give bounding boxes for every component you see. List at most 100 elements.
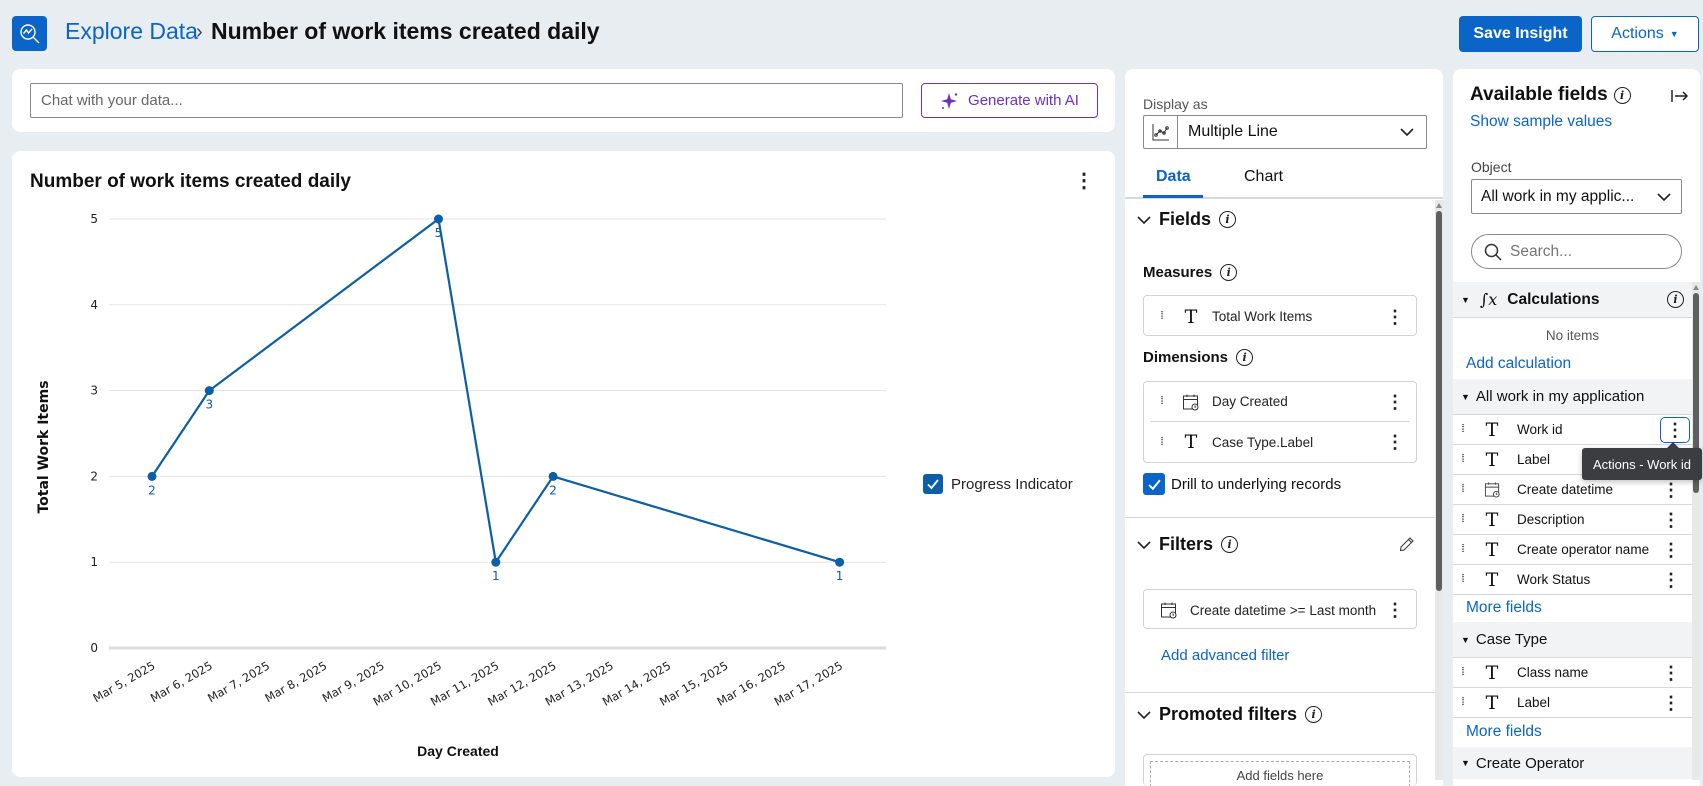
calculations-label: Calculations: [1507, 290, 1600, 308]
display-as-select[interactable]: Multiple Line: [1143, 115, 1427, 149]
more-options-icon[interactable]: ⋮: [1662, 511, 1680, 529]
legend-checkbox[interactable]: [923, 474, 943, 494]
search-icon: [1484, 243, 1502, 261]
more-options-icon[interactable]: ⋮: [1386, 601, 1404, 619]
object-select[interactable]: All work in my applic...: [1471, 179, 1682, 214]
data-point: [835, 557, 845, 567]
dimensions-heading: Dimensions: [1143, 349, 1229, 366]
add-advanced-filter-link[interactable]: Add advanced filter: [1161, 647, 1289, 664]
filter-pill[interactable]: Create datetime >= Last month ⋮: [1143, 589, 1417, 629]
line-chart-icon: [1144, 116, 1178, 148]
text-type-icon: T: [1485, 568, 1499, 591]
info-icon[interactable]: i: [1667, 291, 1684, 308]
scroll-up-icon[interactable]: [1693, 285, 1699, 290]
show-sample-values-link[interactable]: Show sample values: [1470, 113, 1612, 131]
drag-handle-icon[interactable]: ⁞⁞: [1461, 667, 1473, 678]
drag-handle-icon[interactable]: ⁞⁞: [1461, 424, 1473, 435]
drag-handle-icon[interactable]: ⁞⁞: [1160, 311, 1172, 322]
y-tick-label: 3: [90, 384, 98, 398]
info-icon[interactable]: i: [1219, 211, 1237, 228]
more-options-icon[interactable]: ⋮: [1662, 664, 1680, 682]
drag-handle-icon[interactable]: ⁞⁞: [1160, 396, 1172, 407]
display-as-value: Multiple Line: [1188, 123, 1278, 140]
data-label: 3: [205, 398, 213, 412]
field-row-create-operator-name[interactable]: ⁞⁞ T Create operator name ⋮: [1453, 535, 1692, 565]
group-header-all-work[interactable]: ▼ All work in my application: [1453, 379, 1692, 415]
measure-pill[interactable]: ⁞⁞ T Total Work Items ⋮: [1143, 295, 1417, 336]
more-options-icon[interactable]: ⋮: [1662, 541, 1680, 559]
field-row-work-id[interactable]: ⁞⁞ T Work id ⋮: [1453, 415, 1692, 445]
search-field[interactable]: [1471, 234, 1682, 269]
drag-handle-icon[interactable]: ⁞⁞: [1461, 697, 1473, 708]
group-header-create-operator[interactable]: ▼ Create Operator: [1453, 747, 1692, 779]
object-label: Object: [1471, 159, 1512, 175]
info-icon[interactable]: i: [1220, 264, 1238, 281]
drill-checkbox[interactable]: [1143, 473, 1165, 495]
info-icon[interactable]: i: [1305, 706, 1323, 723]
data-point: [204, 386, 214, 396]
dimension-field[interactable]: ⁞⁞ T Case Type.Label ⋮: [1144, 422, 1416, 462]
scroll-up-icon[interactable]: [1436, 203, 1442, 208]
field-row-work-status[interactable]: ⁞⁞ T Work Status ⋮: [1453, 565, 1692, 595]
drag-handle-icon[interactable]: ⁞⁞: [1461, 514, 1473, 525]
promoted-filters-section-header[interactable]: Promoted filters i: [1137, 704, 1323, 725]
group-header-case-type[interactable]: ▼ Case Type: [1453, 622, 1692, 658]
more-options-icon[interactable]: ⋮: [1662, 571, 1680, 589]
info-icon[interactable]: i: [1613, 86, 1631, 104]
more-options-icon[interactable]: ⋮: [1386, 433, 1404, 451]
add-calculation-link[interactable]: Add calculation: [1466, 355, 1571, 373]
text-type-icon: T: [1485, 418, 1499, 441]
drag-handle-icon[interactable]: ⁞⁞: [1461, 454, 1473, 465]
chevron-down-icon: [1657, 192, 1671, 201]
promoted-filters-dropzone[interactable]: Add fields here: [1143, 754, 1417, 786]
filters-section-header[interactable]: Filters i: [1137, 534, 1239, 555]
caret-down-icon: ▼: [1461, 294, 1470, 305]
more-options-icon[interactable]: ⋮: [1660, 416, 1690, 443]
field-label: Work id: [1517, 422, 1563, 437]
dimension-label: Day Created: [1212, 394, 1288, 409]
x-tick-label: Mar 5, 2025: [91, 658, 158, 705]
fields-section-header[interactable]: Fields i: [1137, 209, 1237, 230]
search-input[interactable]: [1510, 242, 1660, 261]
calendar-icon: [1481, 481, 1503, 498]
save-insight-button[interactable]: Save Insight: [1459, 16, 1582, 52]
fields-scrollbar[interactable]: [1692, 282, 1700, 780]
drag-handle-icon[interactable]: ⁞⁞: [1461, 544, 1473, 555]
data-label: 1: [836, 569, 844, 583]
section-divider: [1125, 517, 1435, 518]
caret-down-icon: ▼: [1669, 29, 1679, 39]
text-type-icon: T: [1485, 508, 1499, 531]
line-chart: 0 1 2 3 4 5 Mar 5, 2025Mar 6, 2025Mar 7, 2025M…: [36, 212, 886, 759]
dimension-field[interactable]: ⁞⁞ Day Created ⋮: [1150, 382, 1410, 422]
more-options-icon[interactable]: ⋮: [1386, 393, 1404, 411]
more-options-icon[interactable]: ⋮: [1662, 481, 1680, 499]
info-icon[interactable]: i: [1236, 349, 1254, 366]
x-tick-label: Mar 6, 2025: [148, 658, 215, 705]
config-scrollbar[interactable]: [1435, 200, 1443, 780]
field-row-label[interactable]: ⁞⁞ T Label ⋮: [1453, 688, 1692, 718]
drill-checkbox-row[interactable]: Drill to underlying records: [1143, 473, 1341, 495]
edit-pencil-icon[interactable]: [1399, 536, 1415, 552]
field-row-description[interactable]: ⁞⁞ T Description ⋮: [1453, 505, 1692, 535]
field-row-class-name[interactable]: ⁞⁞ T Class name ⋮: [1453, 658, 1692, 688]
check-icon: [927, 479, 939, 490]
tab-chart[interactable]: Chart: [1244, 168, 1283, 186]
drag-handle-icon[interactable]: ⁞⁞: [1461, 484, 1473, 495]
drag-handle-icon[interactable]: ⁞⁞: [1160, 436, 1172, 448]
more-options-icon[interactable]: ⋮: [1386, 308, 1404, 326]
calculations-group-header[interactable]: ▼ ∫x Calculations i: [1453, 282, 1692, 318]
field-list-all-work: ⁞⁞ T Work id ⋮ ⁞⁞ T Label ⁞⁞ Create date…: [1453, 415, 1692, 595]
collapse-panel-icon[interactable]: [1671, 89, 1689, 103]
more-fields-link[interactable]: More fields: [1466, 599, 1542, 617]
drag-handle-icon[interactable]: ⁞⁞: [1461, 574, 1473, 585]
filters-heading: Filters: [1159, 534, 1214, 554]
more-fields-link[interactable]: More fields: [1466, 723, 1542, 741]
info-icon[interactable]: i: [1221, 536, 1239, 553]
actions-button[interactable]: Actions ▼: [1591, 16, 1699, 52]
text-type-icon: T: [1485, 691, 1499, 714]
scroll-thumb[interactable]: [1436, 211, 1442, 591]
caret-down-icon: ▼: [1461, 391, 1470, 402]
actions-label: Actions: [1611, 25, 1664, 42]
tab-data[interactable]: Data: [1156, 168, 1191, 186]
more-options-icon[interactable]: ⋮: [1662, 694, 1680, 712]
